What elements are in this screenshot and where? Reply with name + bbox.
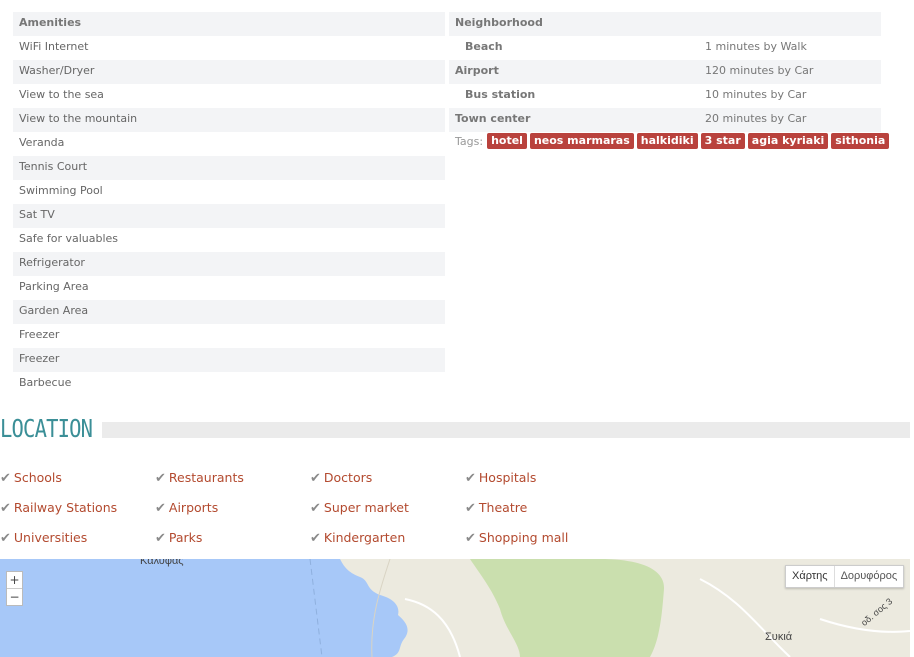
location-title: LOCATION: [0, 414, 93, 443]
neighborhood-place: Beach: [465, 40, 503, 53]
neighborhood-row: Town center 20 minutes by Car: [449, 108, 881, 132]
poi-railway-stations[interactable]: ✔ Railway Stations: [0, 498, 117, 518]
neighborhood-row: Bus station 10 minutes by Car: [449, 84, 881, 108]
map-type-control: Χάρτης Δορυφόρος: [785, 565, 905, 588]
neighborhood-distance: 20 minutes by Car: [705, 112, 807, 125]
poi-label: Kindergarten: [323, 530, 406, 545]
check-icon: ✔: [155, 531, 166, 546]
poi-label: Airports: [168, 500, 219, 515]
poi-hospitals[interactable]: ✔ Hospitals: [465, 468, 536, 488]
check-icon: ✔: [155, 471, 166, 486]
neighborhood-distance: 10 minutes by Car: [705, 88, 807, 101]
poi-kindergarten[interactable]: ✔ Kindergarten: [310, 528, 405, 548]
check-icon: ✔: [310, 531, 321, 546]
poi-label: Shopping mall: [478, 530, 569, 545]
amenity-item: Swimming Pool: [19, 184, 103, 197]
poi-schools[interactable]: ✔ Schools: [0, 468, 62, 488]
amenity-item: Freezer: [13, 348, 445, 372]
amenity-item: Veranda: [19, 136, 65, 149]
poi-label: Hospitals: [478, 470, 537, 485]
check-icon: ✔: [155, 501, 166, 516]
tag-link[interactable]: hotel: [487, 133, 527, 149]
zoom-control: + −: [6, 571, 23, 606]
neighborhood-place: Town center: [455, 112, 531, 125]
check-icon: ✔: [0, 501, 11, 516]
amenity-item: Safe for valuables: [19, 232, 119, 245]
amenity-item: View to the mountain: [13, 108, 445, 132]
neighborhood-table: Neighborhood Beach 1 minutes by Walk Air…: [449, 12, 881, 132]
tag-link[interactable]: halkidiki: [636, 133, 698, 149]
check-icon: ✔: [0, 531, 11, 546]
amenity-item: View to the sea: [19, 88, 104, 101]
poi-super-market[interactable]: ✔ Super market: [310, 498, 409, 518]
amenities-header: Amenities: [13, 12, 445, 36]
amenity-item: Tennis Court: [13, 156, 445, 180]
poi-doctors[interactable]: ✔ Doctors: [310, 468, 372, 488]
amenity-item: Garden Area: [13, 300, 445, 324]
check-icon: ✔: [465, 471, 476, 486]
poi-universities[interactable]: ✔ Universities: [0, 528, 87, 548]
check-icon: ✔: [465, 531, 476, 546]
amenity-item: Sat TV: [13, 204, 445, 228]
poi-label: Restaurants: [168, 470, 244, 485]
tag-link[interactable]: 3 star: [700, 133, 745, 149]
poi-label: Universities: [13, 530, 88, 545]
map-label: Καλυφας: [140, 559, 184, 567]
check-icon: ✔: [310, 471, 321, 486]
poi-label: Parks: [168, 530, 203, 545]
check-icon: ✔: [0, 471, 11, 486]
map-type-satellite-button[interactable]: Δορυφόρος: [833, 566, 904, 587]
poi-parks[interactable]: ✔ Parks: [155, 528, 202, 548]
poi-label: Theatre: [478, 500, 528, 515]
poi-label: Doctors: [323, 470, 373, 485]
poi-label: Schools: [13, 470, 62, 485]
amenity-item: WiFi Internet: [19, 40, 89, 53]
amenity-item: Parking Area: [19, 280, 89, 293]
check-icon: ✔: [310, 501, 321, 516]
amenity-item: Barbecue: [19, 376, 72, 389]
amenity-item: Freezer: [19, 328, 60, 341]
map-label-town: Συκιά: [765, 631, 793, 643]
tags-label: Tags:: [455, 134, 484, 148]
neighborhood-row: Airport 120 minutes by Car: [449, 60, 881, 84]
neighborhood-place: Bus station: [465, 88, 536, 101]
poi-theatre[interactable]: ✔ Theatre: [465, 498, 527, 518]
neighborhood-row: Beach 1 minutes by Walk: [449, 36, 881, 60]
amenities-table: Amenities WiFi Internet Washer/Dryer Vie…: [13, 12, 445, 396]
zoom-in-button[interactable]: +: [7, 572, 22, 588]
poi-restaurants[interactable]: ✔ Restaurants: [155, 468, 244, 488]
amenity-item: Refrigerator: [13, 252, 445, 276]
neighborhood-distance: 1 minutes by Walk: [705, 40, 807, 53]
zoom-out-button[interactable]: −: [7, 588, 22, 605]
map-view[interactable]: Καλυφας Συκιά οδ. σος 3 + − Χάρτης Δορυφ…: [0, 559, 910, 657]
tags-row: Tags: hotel neos marmaras halkidiki 3 st…: [455, 132, 892, 150]
tag-link[interactable]: neos marmaras: [529, 133, 634, 149]
neighborhood-header: Neighborhood: [455, 16, 543, 29]
poi-airports[interactable]: ✔ Airports: [155, 498, 218, 518]
tag-link[interactable]: agia kyriaki: [747, 133, 829, 149]
map-type-map-button[interactable]: Χάρτης: [786, 566, 834, 587]
check-icon: ✔: [465, 501, 476, 516]
poi-label: Railway Stations: [13, 500, 118, 515]
poi-label: Super market: [323, 500, 409, 515]
poi-shopping-mall[interactable]: ✔ Shopping mall: [465, 528, 568, 548]
neighborhood-distance: 120 minutes by Car: [705, 64, 814, 77]
amenity-item: Washer/Dryer: [13, 60, 445, 84]
location-divider: [102, 422, 910, 438]
neighborhood-header-row: Neighborhood: [449, 12, 881, 36]
neighborhood-place: Airport: [455, 64, 499, 77]
tag-link[interactable]: sithonia: [831, 133, 890, 149]
